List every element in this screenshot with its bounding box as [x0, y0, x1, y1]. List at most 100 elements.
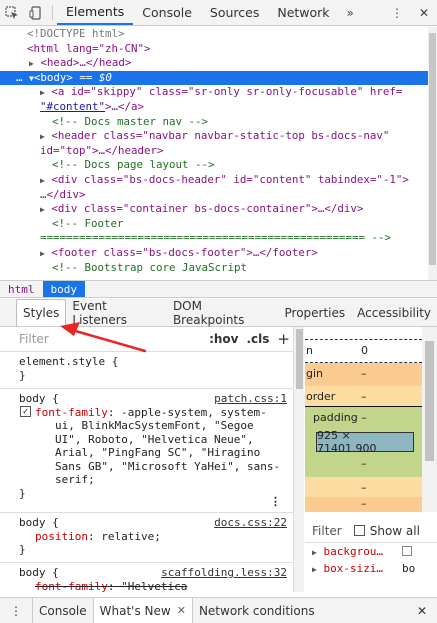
tree-line-doctype[interactable]: <!DOCTYPE html> — [0, 27, 437, 42]
tab-dom-breakpoints[interactable]: DOM Breakpoints — [167, 299, 279, 327]
element-style-rule: element.style { } — [0, 352, 293, 389]
rule-selector[interactable]: element.style { — [19, 355, 293, 369]
computed-row[interactable]: ▶ backgrou… — [305, 543, 437, 560]
tree-line-comment[interactable]: <!-- Footer — [0, 217, 437, 232]
devtools-toolbar: Elements Console Sources Network » ⋮ ✕ — [0, 0, 437, 26]
box-model-scrollbar[interactable] — [422, 327, 437, 512]
tree-line-header[interactable]: ▶ <header class="navbar navbar-static-to… — [0, 129, 437, 144]
toolbar-divider — [52, 5, 53, 20]
drawer-tab-network-conditions[interactable]: Network conditions — [193, 598, 321, 623]
scrollbar-thumb[interactable] — [429, 33, 436, 265]
declaration-overridden[interactable]: font-family: "Helvetica — [19, 580, 293, 593]
computed-filter-bar: Filter Show all — [305, 519, 437, 543]
expand-triangle-icon[interactable]: ▶ — [312, 565, 317, 574]
expand-triangle-icon[interactable]: ▶ — [40, 205, 45, 214]
drawer-menu-icon[interactable]: ⋮ — [0, 598, 32, 623]
tree-line-skippy-anchor[interactable]: ▶ <a id="skippy" class="sr-only sr-only-… — [0, 85, 437, 100]
declaration-cont: Arial, "PingFang SC", "Hiragino — [55, 446, 261, 459]
tree-scrollbar[interactable] — [428, 27, 437, 280]
tree-line-html[interactable]: <html lang="zh-CN"> — [0, 42, 437, 57]
device-toolbar-icon[interactable] — [24, 0, 48, 25]
tab-accessibility[interactable]: Accessibility — [351, 299, 437, 326]
tree-line-docs-header-div-cont[interactable]: …</div> — [0, 188, 437, 203]
declaration[interactable]: position: relative; — [19, 530, 293, 544]
computed-filter-input[interactable]: Filter — [312, 524, 342, 538]
customize-menu-icon[interactable]: ⋮ — [383, 6, 411, 20]
tab-elements[interactable]: Elements — [57, 0, 134, 25]
close-devtools-icon[interactable]: ✕ — [411, 6, 437, 20]
drawer-tab-label: Console — [39, 603, 87, 618]
tree-line-comment-cont[interactable]: ========================================… — [0, 231, 437, 246]
drawer-tab-whats-new[interactable]: What's New ✕ — [92, 598, 193, 623]
box-model-border[interactable]: order – — [305, 386, 437, 407]
tree-line-docs-header-div[interactable]: ▶ <div class="bs-docs-header" id="conten… — [0, 173, 437, 188]
tree-line-comment[interactable]: <!-- Bootstrap core JavaScript — [0, 261, 437, 276]
tab-sources[interactable]: Sources — [201, 0, 268, 25]
tab-network[interactable]: Network — [268, 0, 338, 25]
tab-styles[interactable]: Styles — [16, 299, 67, 326]
inspect-element-icon[interactable] — [0, 0, 24, 25]
expand-triangle-icon[interactable]: ▶ — [40, 176, 45, 185]
tree-line-skippy-anchor-cont[interactable]: "#content">…</a> — [0, 100, 437, 115]
style-rule-docs: body { docs.css:22 position: relative; } — [0, 513, 293, 563]
styles-scrollbar[interactable] — [293, 327, 304, 592]
style-rule-scaffolding: body { scaffolding.less:32 font-family: … — [0, 563, 293, 592]
box-model-diagram: n0 gin – order – padding – 925 × 71401.900… — [305, 327, 437, 512]
drawer-tab-console[interactable]: Console — [32, 598, 93, 623]
sidebar-tabs: Styles Event Listeners DOM Breakpoints P… — [0, 299, 437, 327]
property-checkbox[interactable]: ✓ — [20, 405, 31, 417]
tab-properties[interactable]: Properties — [279, 299, 352, 326]
declaration-cont: Sans GB", "Microsoft YaHei", sans- — [55, 459, 281, 473]
expand-triangle-icon[interactable]: ▶ — [40, 88, 45, 97]
tree-line-container-div[interactable]: ▶ <div class="container bs-docs-containe… — [0, 202, 437, 217]
show-all-checkbox[interactable] — [353, 525, 365, 536]
declaration[interactable]: font-family: -apple-system, system- — [19, 406, 293, 420]
box-model-border-bottom[interactable]: – — [305, 477, 437, 497]
declaration-cont: serif; — [55, 473, 95, 486]
breadcrumb-body[interactable]: body — [42, 281, 85, 297]
close-tab-icon[interactable]: ✕ — [177, 604, 186, 617]
rule-source-link[interactable]: docs.css:22 — [214, 516, 287, 530]
tree-line-header-cont[interactable]: id="top">…</header> — [0, 144, 437, 159]
class-toggle[interactable]: .cls — [246, 332, 269, 346]
expand-triangle-icon[interactable]: ▶ — [40, 249, 45, 258]
rule-source-link[interactable]: scaffolding.less:32 — [161, 566, 287, 580]
tree-line-head[interactable]: ▶ <head>…</head> — [0, 56, 437, 71]
box-model-margin[interactable]: n0 — [305, 339, 437, 363]
add-rule-button[interactable]: + — [277, 330, 290, 348]
hover-state-toggle[interactable]: :hov — [209, 332, 238, 346]
tab-console[interactable]: Console — [133, 0, 201, 25]
more-tabs-button[interactable]: » — [339, 0, 362, 25]
declaration-cont: UI", Roboto, "Helvetica Neue", — [55, 432, 254, 446]
show-all-label[interactable]: Show all — [370, 524, 420, 538]
tree-line-footer[interactable]: ▶ <footer class="bs-docs-footer">…</foot… — [0, 246, 437, 261]
styles-filter-bar: Filter :hov .cls + — [0, 327, 304, 352]
computed-row[interactable]: ▶ box-sizi… bo — [305, 560, 437, 577]
computed-styles-pane: Filter Show all ▶ backgrou… ▶ box-sizi… … — [305, 519, 437, 592]
tab-event-listeners[interactable]: Event Listeners — [66, 299, 167, 327]
drawer-tab-label: What's New — [99, 603, 171, 618]
styles-filter-input[interactable]: Filter — [19, 332, 49, 346]
tree-line-body-selected[interactable]: … ▼<body> == $0 — [0, 70, 437, 86]
rule-source-link[interactable]: patch.css:1 — [214, 392, 287, 406]
style-rules-pane: element.style { } body { patch.css:1 ✓ f… — [0, 352, 293, 592]
rule-close-brace: } — [19, 486, 26, 500]
expand-triangle-icon[interactable]: ▶ — [40, 132, 45, 141]
close-drawer-icon[interactable]: ✕ — [407, 598, 437, 623]
color-swatch — [402, 546, 412, 556]
breadcrumb-html[interactable]: html — [0, 281, 43, 297]
declaration-cont: ui, BlinkMacSystemFont, "Segoe — [55, 419, 254, 432]
expand-triangle-icon[interactable]: ▶ — [29, 59, 34, 68]
expand-triangle-icon[interactable]: ▶ — [312, 548, 317, 557]
href-link[interactable]: "#content" — [40, 100, 105, 113]
box-model-margin-inner[interactable]: gin – — [305, 363, 437, 386]
tree-line-comment[interactable]: <!-- Docs page layout --> — [0, 158, 437, 173]
rule-menu-icon[interactable]: ⋮ — [270, 495, 281, 509]
box-model-margin-bottom[interactable]: – — [305, 497, 437, 512]
elements-tree: <!DOCTYPE html> <html lang="zh-CN"> ▶ <h… — [0, 27, 437, 280]
scrollbar-thumb[interactable] — [425, 341, 434, 461]
scrollbar-thumb[interactable] — [296, 329, 303, 389]
box-model-content[interactable]: 925 × 71401.900 — [316, 429, 414, 455]
tree-line-comment[interactable]: <!-- Docs master nav --> — [0, 115, 437, 130]
rule-close-brace: } — [19, 543, 26, 556]
